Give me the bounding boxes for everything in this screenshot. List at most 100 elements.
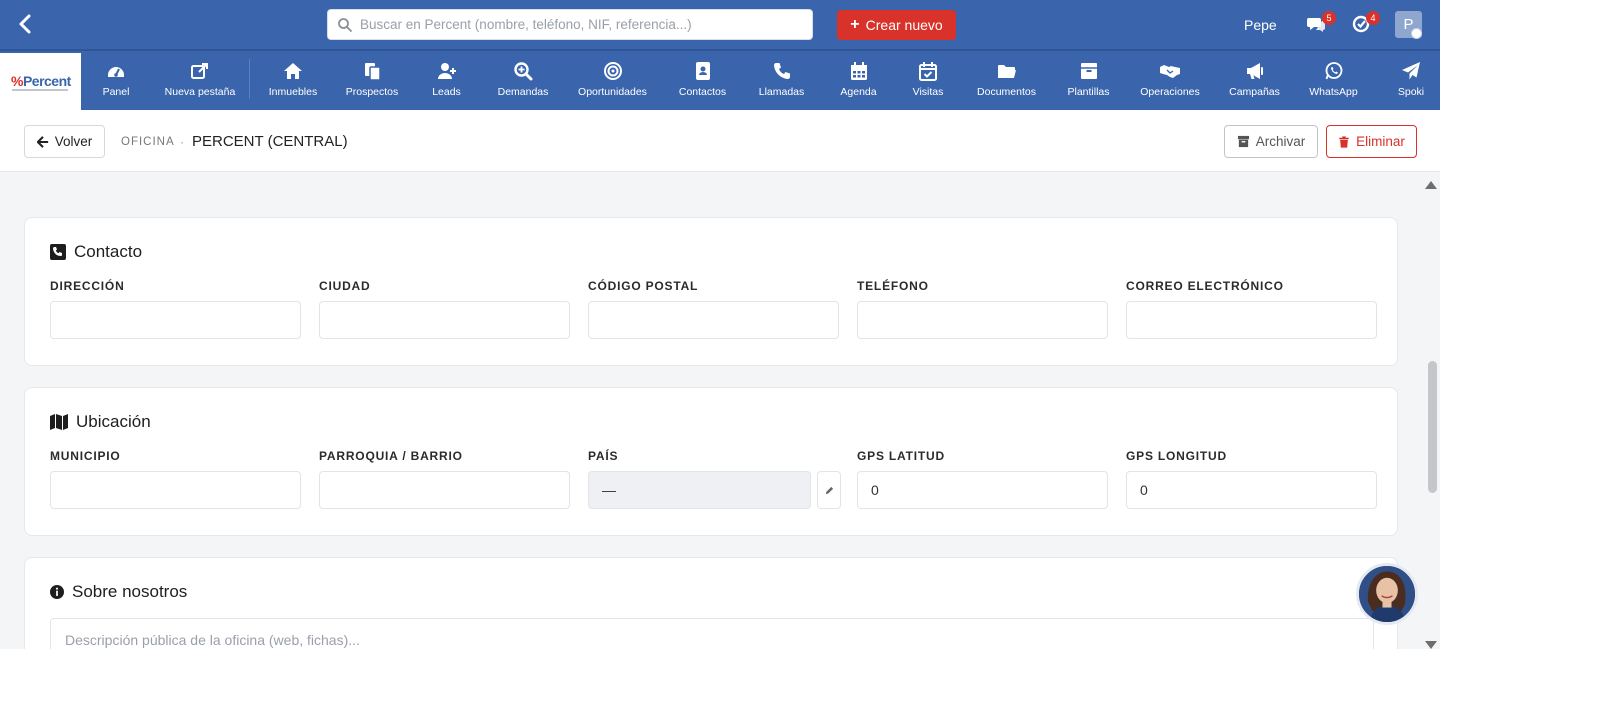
city-field: CIUDAD bbox=[319, 279, 570, 339]
nav-label: Inmuebles bbox=[268, 86, 318, 98]
postal-code-field: CÓDIGO POSTAL bbox=[588, 279, 839, 339]
archive-button[interactable]: Archivar bbox=[1224, 125, 1318, 158]
country-field: PAÍS — bbox=[588, 449, 841, 509]
top-bar: + Crear nuevo Pepe 5 4 P bbox=[0, 0, 1440, 49]
city-input[interactable] bbox=[319, 301, 570, 339]
breadcrumb-section[interactable]: OFICINA bbox=[121, 136, 175, 148]
nav-whatsapp[interactable]: WhatsApp bbox=[1294, 51, 1373, 110]
nav-visitas[interactable]: Visitas bbox=[895, 51, 961, 110]
search-icon bbox=[337, 17, 353, 33]
gps-latitude-field: GPS LATITUD 0 bbox=[857, 449, 1108, 509]
global-search[interactable] bbox=[327, 9, 813, 40]
nav-label: Plantillas bbox=[1067, 86, 1110, 98]
logo-wordmark: %Percent bbox=[11, 73, 71, 89]
map-icon bbox=[50, 414, 68, 430]
assistant-avatar-button[interactable] bbox=[1356, 563, 1418, 625]
nav-nueva-pestana[interactable]: Nueva pestaña bbox=[151, 51, 249, 110]
nav-llamadas[interactable]: Llamadas bbox=[741, 51, 822, 110]
about-description-textarea[interactable]: Descripción pública de la oficina (web, … bbox=[50, 618, 1374, 649]
create-new-label: Crear nuevo bbox=[865, 17, 943, 33]
logo-tagline bbox=[12, 89, 68, 91]
address-field: DIRECCIÓN bbox=[50, 279, 301, 339]
field-label: GPS LATITUD bbox=[857, 449, 945, 463]
trash-icon bbox=[1339, 135, 1349, 148]
email-input[interactable] bbox=[1126, 301, 1377, 339]
scrollbar-thumb[interactable] bbox=[1428, 361, 1437, 493]
back-button[interactable]: Volver bbox=[24, 125, 105, 158]
phone-field: TELÉFONO bbox=[857, 279, 1108, 339]
back-chevron-icon[interactable] bbox=[14, 12, 38, 36]
nav-label: Demandas bbox=[497, 86, 549, 98]
nav-plantillas[interactable]: Plantillas bbox=[1052, 51, 1125, 110]
search-input[interactable] bbox=[360, 10, 800, 39]
archive-label: Archivar bbox=[1255, 134, 1306, 149]
home-icon bbox=[284, 63, 302, 79]
gps-longitude-input[interactable]: 0 bbox=[1126, 471, 1377, 509]
nav-prospectos[interactable]: Prospectos bbox=[336, 51, 408, 110]
nav-leads[interactable]: Leads bbox=[408, 51, 485, 110]
nav-inmuebles[interactable]: Inmuebles bbox=[250, 51, 336, 110]
create-new-button[interactable]: + Crear nuevo bbox=[837, 10, 956, 40]
calendar-icon bbox=[850, 62, 867, 80]
address-input[interactable] bbox=[50, 301, 301, 339]
postal-code-input[interactable] bbox=[588, 301, 839, 339]
country-input: — bbox=[588, 471, 811, 509]
archive-icon bbox=[1237, 135, 1249, 148]
scroll-up-arrow-icon[interactable] bbox=[1425, 176, 1437, 194]
nav-label: Nueva pestaña bbox=[164, 86, 236, 98]
app-window: + Crear nuevo Pepe 5 4 P %Percent Panel … bbox=[0, 0, 1440, 649]
delete-button[interactable]: Eliminar bbox=[1326, 125, 1417, 158]
field-label: MUNICIPIO bbox=[50, 449, 121, 463]
about-title: Sobre nosotros bbox=[72, 582, 188, 601]
field-label: CÓDIGO POSTAL bbox=[588, 279, 699, 293]
assistant-portrait-icon bbox=[1359, 566, 1415, 622]
email-field: CORREO ELECTRÓNICO bbox=[1126, 279, 1377, 339]
phone-input[interactable] bbox=[857, 301, 1108, 339]
phone-icon bbox=[773, 63, 790, 79]
tasks-badge: 4 bbox=[1366, 11, 1380, 25]
scroll-down-arrow-icon[interactable] bbox=[1425, 636, 1437, 649]
parish-input[interactable] bbox=[319, 471, 570, 509]
module-nav: %Percent Panel Nueva pestaña Inmuebles P… bbox=[0, 49, 1440, 111]
card-title: Sobre nosotros bbox=[50, 582, 187, 602]
nav-oportunidades[interactable]: Oportunidades bbox=[561, 51, 664, 110]
user-name[interactable]: Pepe bbox=[1244, 17, 1277, 33]
gps-latitude-input[interactable]: 0 bbox=[857, 471, 1108, 509]
nav-label: WhatsApp bbox=[1309, 86, 1358, 98]
nav-label: Oportunidades bbox=[578, 86, 647, 98]
contact-title: Contacto bbox=[74, 242, 143, 261]
contact-card: Contacto DIRECCIÓN CIUDAD CÓDIGO POSTAL … bbox=[24, 217, 1398, 366]
nav-label: Contactos bbox=[678, 86, 727, 98]
user-plus-icon bbox=[437, 63, 456, 79]
send-icon bbox=[1402, 62, 1420, 80]
info-icon bbox=[50, 585, 64, 599]
nav-campanas[interactable]: Campañas bbox=[1215, 51, 1294, 110]
nav-spoki[interactable]: Spoki bbox=[1373, 51, 1440, 110]
municipality-input[interactable] bbox=[50, 471, 301, 509]
field-label: CORREO ELECTRÓNICO bbox=[1126, 279, 1284, 293]
phone-square-icon bbox=[50, 244, 66, 260]
handshake-icon bbox=[1160, 65, 1180, 78]
edit-country-button[interactable] bbox=[817, 471, 841, 509]
field-label: PAÍS bbox=[588, 449, 619, 463]
nav-agenda[interactable]: Agenda bbox=[822, 51, 895, 110]
back-label: Volver bbox=[54, 134, 93, 149]
dashboard-icon bbox=[108, 67, 124, 77]
logo[interactable]: %Percent bbox=[0, 53, 81, 111]
nav-panel[interactable]: Panel bbox=[81, 51, 151, 110]
nav-documentos[interactable]: Documentos bbox=[961, 51, 1052, 110]
card-title: Contacto bbox=[50, 242, 142, 262]
record-header: Volver OFICINA · PERCENT (CENTRAL) Archi… bbox=[0, 110, 1440, 172]
nav-operaciones[interactable]: Operaciones bbox=[1125, 51, 1215, 110]
nav-label: Campañas bbox=[1229, 86, 1280, 98]
field-label: GPS LONGITUD bbox=[1126, 449, 1227, 463]
nav-label: Spoki bbox=[1397, 86, 1425, 98]
nav-demandas[interactable]: Demandas bbox=[485, 51, 561, 110]
nav-contactos[interactable]: Contactos bbox=[664, 51, 741, 110]
municipality-field: MUNICIPIO bbox=[50, 449, 301, 509]
gps-longitude-field: GPS LONGITUD 0 bbox=[1126, 449, 1377, 509]
nav-label: Llamadas bbox=[758, 86, 805, 98]
nav-label: Operaciones bbox=[1140, 86, 1200, 98]
folder-icon bbox=[997, 65, 1016, 78]
archive-icon bbox=[1080, 63, 1097, 79]
